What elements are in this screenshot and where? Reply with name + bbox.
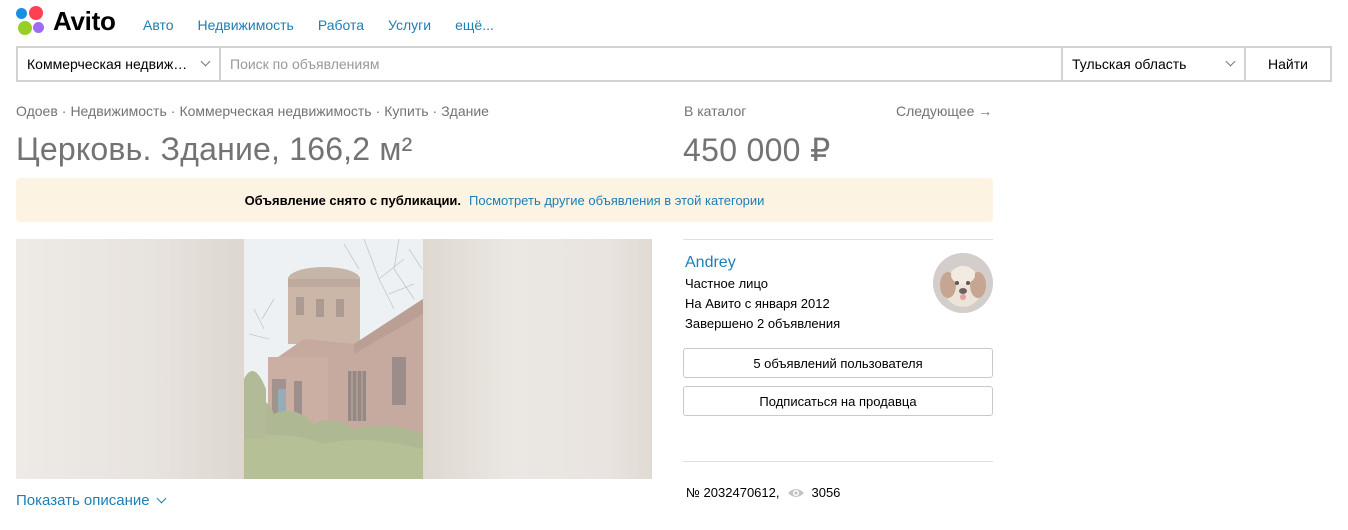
- chevron-down-icon: [156, 493, 167, 503]
- nav-more[interactable]: ещё...: [455, 17, 494, 33]
- seller-avatar[interactable]: [933, 253, 993, 313]
- listing-price: 450 000 ₽: [683, 132, 831, 168]
- divider: [683, 461, 993, 462]
- region-select[interactable]: Тульская область: [1063, 48, 1244, 80]
- breadcrumb-item[interactable]: Коммерческая недвижимость: [179, 103, 371, 119]
- breadcrumb: Одоев · Недвижимость · Коммерческая недвижим…: [16, 103, 489, 119]
- category-select-value: Коммерческая недвиж…: [27, 56, 188, 72]
- logo-dots-icon: [16, 6, 47, 37]
- seller-type: Частное лицо: [685, 276, 768, 291]
- church-photo: [244, 239, 423, 479]
- search-bar: Коммерческая недвиж… Поиск по объявления…: [16, 46, 1332, 82]
- show-description-label: Показать описание: [16, 492, 150, 509]
- breadcrumb-item[interactable]: Здание: [441, 103, 489, 119]
- seller-listings-button[interactable]: 5 объявлений пользователя: [683, 348, 993, 378]
- chevron-down-icon: [200, 56, 211, 67]
- breadcrumb-item[interactable]: Купить: [384, 103, 428, 119]
- next-listing-link[interactable]: Следующее →: [896, 103, 992, 119]
- divider: [683, 239, 993, 240]
- unpublished-notice: Объявление снято с публикации. Посмотрет…: [16, 178, 993, 222]
- listing-number: № 2032470612,: [686, 485, 780, 500]
- search-input[interactable]: Поиск по объявлениям: [221, 48, 1061, 80]
- view-count: 3056: [811, 485, 841, 500]
- eye-icon: [788, 488, 805, 497]
- blurred-photo-left: [16, 239, 244, 479]
- nav-realty[interactable]: Недвижимость: [198, 17, 294, 33]
- chevron-down-icon: [1225, 56, 1236, 67]
- category-select[interactable]: Коммерческая недвиж…: [18, 48, 219, 80]
- seller-since: На Авито с января 2012: [685, 296, 830, 311]
- search-button[interactable]: Найти: [1246, 48, 1330, 80]
- notice-category-link[interactable]: Посмотреть другие объявления в этой кате…: [469, 193, 764, 208]
- listing-meta: № 2032470612, 3056: [686, 485, 840, 500]
- subscribe-seller-button[interactable]: Подписаться на продавца: [683, 386, 993, 416]
- breadcrumb-item[interactable]: Одоев: [16, 103, 58, 119]
- region-select-value: Тульская область: [1072, 56, 1187, 72]
- nav-services[interactable]: Услуги: [388, 17, 431, 33]
- nav-auto[interactable]: Авто: [143, 17, 174, 33]
- notice-text: Объявление снято с публикации.: [244, 192, 462, 208]
- seller-name[interactable]: Andrey: [685, 254, 736, 272]
- top-nav: Авто Недвижимость Работа Услуги ещё...: [143, 17, 518, 33]
- seller-completed: Завершено 2 объявления: [685, 316, 841, 331]
- avito-logo[interactable]: Avito: [16, 6, 116, 37]
- logo-text: Avito: [53, 6, 116, 36]
- dog-avatar-icon: [933, 253, 993, 313]
- listing-title: Церковь. Здание, 166,2 м²: [16, 131, 413, 167]
- nav-jobs[interactable]: Работа: [318, 17, 364, 33]
- show-description-link[interactable]: Показать описание: [16, 492, 167, 509]
- photo-gallery[interactable]: [16, 239, 652, 479]
- breadcrumb-item[interactable]: Недвижимость: [70, 103, 166, 119]
- catalog-link[interactable]: В каталог: [684, 103, 746, 119]
- blurred-photo-right: [423, 239, 652, 479]
